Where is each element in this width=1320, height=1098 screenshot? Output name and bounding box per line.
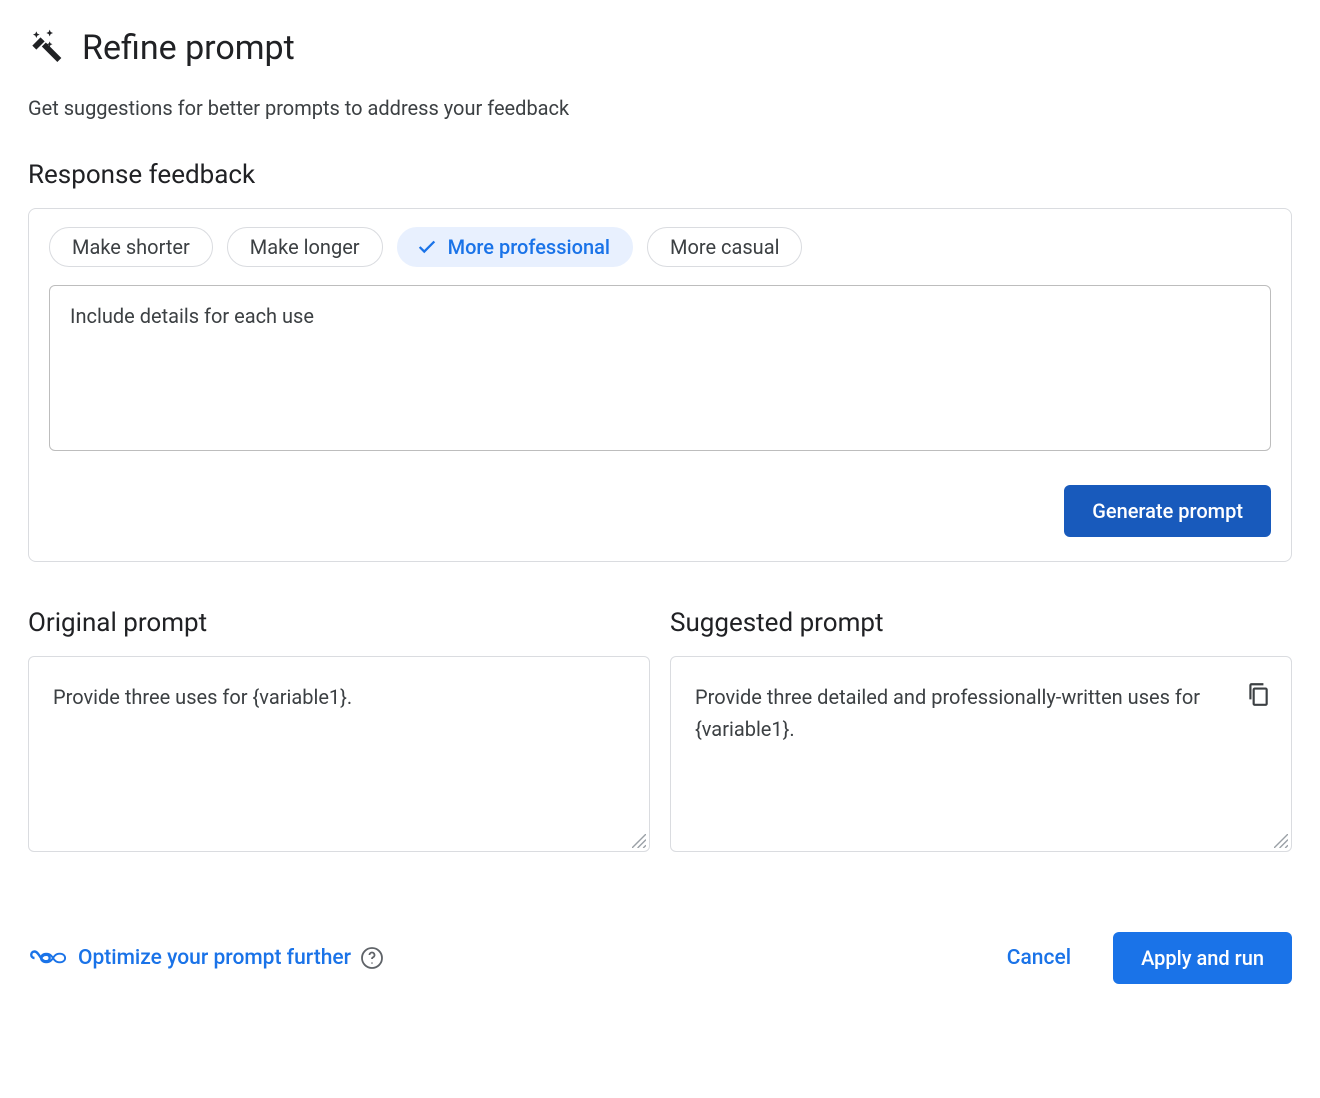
optimize-further-link[interactable]: Optimize your prompt further xyxy=(28,945,351,971)
feedback-chips-row: Make shorter Make longer More profession… xyxy=(49,227,1271,267)
generate-prompt-button[interactable]: Generate prompt xyxy=(1064,485,1271,537)
suggested-prompt-title: Suggested prompt xyxy=(670,608,1292,638)
chip-more-casual[interactable]: More casual xyxy=(647,227,802,267)
copy-icon xyxy=(1245,681,1271,707)
original-prompt-title: Original prompt xyxy=(28,608,650,638)
magic-wand-icon xyxy=(28,28,68,68)
chip-make-shorter[interactable]: Make shorter xyxy=(49,227,213,267)
suggested-prompt-text: Provide three detailed and professionall… xyxy=(695,681,1267,745)
original-prompt-box[interactable]: Provide three uses for {variable1}. xyxy=(28,656,650,852)
dialog-footer: Optimize your prompt further Cancel Appl… xyxy=(28,932,1292,984)
resize-handle-icon xyxy=(632,834,646,848)
feedback-input[interactable] xyxy=(49,285,1271,451)
feedback-section-title: Response feedback xyxy=(28,160,1292,190)
chip-make-longer[interactable]: Make longer xyxy=(227,227,383,267)
copy-suggested-button[interactable] xyxy=(1245,681,1271,707)
original-prompt-text: Provide three uses for {variable1}. xyxy=(53,681,625,713)
infinity-icon xyxy=(40,950,66,966)
chip-label: More casual xyxy=(670,235,779,259)
prompts-row: Original prompt Provide three uses for {… xyxy=(28,608,1292,852)
help-icon[interactable] xyxy=(359,945,385,971)
optimize-further-label: Optimize your prompt further xyxy=(78,946,351,970)
chip-label: More professional xyxy=(448,235,610,259)
dialog-title: Refine prompt xyxy=(82,28,295,68)
chip-more-professional[interactable]: More professional xyxy=(397,227,633,267)
chip-label: Make longer xyxy=(250,235,360,259)
suggested-prompt-box[interactable]: Provide three detailed and professionall… xyxy=(670,656,1292,852)
feedback-panel: Make shorter Make longer More profession… xyxy=(28,208,1292,562)
apply-and-run-button[interactable]: Apply and run xyxy=(1113,932,1292,984)
chip-label: Make shorter xyxy=(72,235,190,259)
check-icon xyxy=(416,236,438,258)
dialog-subtitle: Get suggestions for better prompts to ad… xyxy=(28,96,1292,120)
dialog-header: Refine prompt xyxy=(28,28,1292,68)
resize-handle-icon xyxy=(1274,834,1288,848)
cancel-button[interactable]: Cancel xyxy=(1001,945,1077,971)
